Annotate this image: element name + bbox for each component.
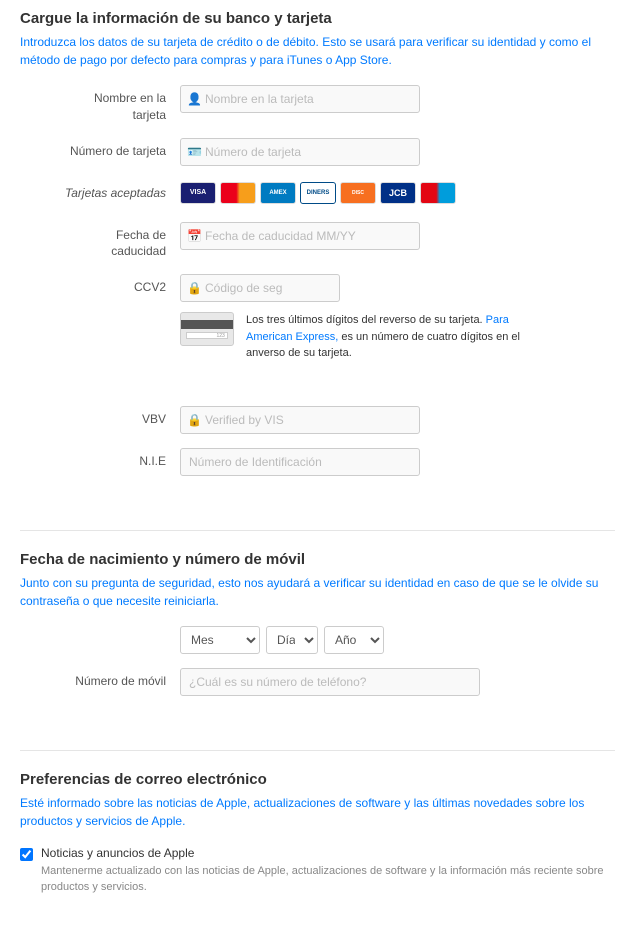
email-prefs-title: Preferencias de correo electrónico xyxy=(20,771,615,788)
apple-news-description: Mantenerme actualizado con las noticias … xyxy=(41,863,615,896)
bank-card-description: Introduzca los datos de su tarjeta de cr… xyxy=(20,33,615,69)
accepted-cards-label: Tarjetas aceptadas xyxy=(20,180,180,202)
card-name-icon-wrapper: 👤 xyxy=(180,85,420,113)
vbv-label: VBV xyxy=(20,406,180,428)
card-name-input[interactable] xyxy=(180,85,420,113)
jcb-icon: JCB xyxy=(380,182,416,204)
vbv-icon-wrapper: 🔒 xyxy=(180,406,420,434)
expiry-label: Fecha decaducidad xyxy=(20,222,180,261)
birthday-description: Junto con su pregunta de seguridad, esto… xyxy=(20,574,615,610)
maestro-icon xyxy=(420,182,456,204)
ccv2-input[interactable] xyxy=(180,274,340,302)
checkbox-label-container: Noticias y anuncios de Apple Mantenerme … xyxy=(41,846,615,896)
spacer xyxy=(20,376,615,406)
birthday-desc-text: Junto con su pregunta de seguridad, esto… xyxy=(20,576,598,608)
phone-label: Número de móvil xyxy=(20,668,180,690)
ccv2-row: CCV2 🔒 123 Los tres últimos dígitos del … xyxy=(20,274,615,362)
expiry-row: Fecha decaducidad 📅 xyxy=(20,222,615,261)
ccv2-label: CCV2 xyxy=(20,274,180,296)
phone-input[interactable] xyxy=(180,668,480,696)
card-number-input-wrapper: 🪪 xyxy=(180,138,420,166)
amex-icon: AMEX xyxy=(260,182,296,204)
phone-input-wrapper xyxy=(180,668,480,696)
vbv-row: VBV 🔒 xyxy=(20,406,615,434)
card-number-icon-wrapper: 🪪 xyxy=(180,138,420,166)
vbv-input[interactable] xyxy=(180,406,420,434)
birthday-label-spacer xyxy=(20,626,180,631)
card-number-row: Número de tarjeta 🪪 xyxy=(20,138,615,166)
apple-link-2[interactable]: Apple xyxy=(151,814,182,828)
card-name-row: Nombre en latarjeta 👤 xyxy=(20,85,615,124)
ccv2-description: Los tres últimos dígitos del reverso de … xyxy=(246,312,520,362)
ccv2-info: 123 Los tres últimos dígitos del reverso… xyxy=(180,310,520,362)
nie-input-wrapper xyxy=(180,448,420,476)
card-name-label: Nombre en latarjeta xyxy=(20,85,180,124)
email-prefs-description: Esté informado sobre las noticias de App… xyxy=(20,794,615,830)
page-container: Cargue la información de su banco y tarj… xyxy=(0,0,635,946)
card-stripe xyxy=(181,320,233,329)
bank-card-section: Cargue la información de su banco y tarj… xyxy=(20,10,615,510)
accepted-cards-row: Tarjetas aceptadas VISA AMEX DINERS DISC… xyxy=(20,180,615,208)
card-number-label: Número de tarjeta xyxy=(20,138,180,160)
expiry-input[interactable] xyxy=(180,222,420,250)
apple-news-checkbox-row: Noticias y anuncios de Apple Mantenerme … xyxy=(20,846,615,896)
calendar-icon: 📅 xyxy=(187,229,202,243)
birthday-link[interactable]: su pregunta de seguridad xyxy=(75,576,211,590)
vbv-input-wrapper: 🔒 xyxy=(180,406,420,434)
email-prefs-desc-text: Esté informado sobre las noticias de App… xyxy=(20,796,584,828)
expiry-input-wrapper: 📅 xyxy=(180,222,420,250)
ccv2-col: 🔒 123 Los tres últimos dígitos del rever… xyxy=(180,274,520,362)
expiry-icon-wrapper: 📅 xyxy=(180,222,420,250)
visa-icon: VISA xyxy=(180,182,216,204)
card-name-input-wrapper: 👤 xyxy=(180,85,420,113)
card-number-input[interactable] xyxy=(180,138,420,166)
card-illustration: 123 xyxy=(180,312,234,346)
nie-label: N.I.E xyxy=(20,448,180,470)
discover-icon: DISC xyxy=(340,182,376,204)
nie-input[interactable] xyxy=(180,448,420,476)
card-icons-container: VISA AMEX DINERS DISC JCB xyxy=(180,180,456,204)
apple-news-checkbox[interactable] xyxy=(20,848,33,861)
apple-link-1[interactable]: Apple xyxy=(216,796,247,810)
email-prefs-section: Preferencias de correo electrónico Esté … xyxy=(20,771,615,916)
phone-row: Número de móvil xyxy=(20,668,615,696)
nie-row: N.I.E xyxy=(20,448,615,476)
section-divider-2 xyxy=(20,750,615,751)
mastercard-icon xyxy=(220,182,256,204)
apple-news-label: Noticias y anuncios de Apple xyxy=(41,846,615,860)
dia-select[interactable]: Día xyxy=(266,626,318,654)
diners-icon: DINERS xyxy=(300,182,336,204)
ccv2-link[interactable]: Para American Express, xyxy=(246,314,509,343)
birthday-selects-row: Mes EneroFebreroMarzo AbrilMayoJunio Jul… xyxy=(20,626,615,654)
section-divider-1 xyxy=(20,530,615,531)
bank-card-title: Cargue la información de su banco y tarj… xyxy=(20,10,615,27)
birthday-title: Fecha de nacimiento y número de móvil xyxy=(20,551,615,568)
date-select-row: Mes EneroFebreroMarzo AbrilMayoJunio Jul… xyxy=(180,626,384,654)
mes-select[interactable]: Mes EneroFebreroMarzo AbrilMayoJunio Jul… xyxy=(180,626,260,654)
person-icon: 👤 xyxy=(187,92,202,106)
vbv-lock-icon: 🔒 xyxy=(187,413,202,427)
birthday-section: Fecha de nacimiento y número de móvil Ju… xyxy=(20,551,615,730)
ano-select[interactable]: Año xyxy=(324,626,384,654)
card-sig: 123 xyxy=(186,332,228,339)
card-icon: 🪪 xyxy=(187,145,202,159)
bank-card-desc-text: Introduzca los datos de su tarjeta de cr… xyxy=(20,35,591,67)
ccv2-input-wrapper: 🔒 xyxy=(180,274,520,302)
lock-icon: 🔒 xyxy=(187,281,202,295)
